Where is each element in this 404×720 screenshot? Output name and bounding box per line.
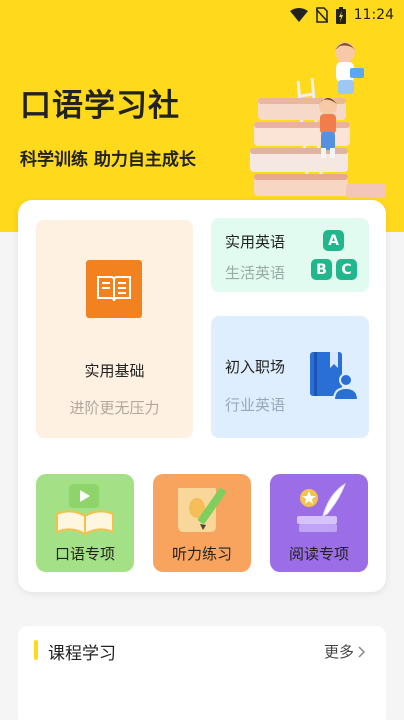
more-label: 更多 <box>323 643 354 661</box>
letter-b-icon: B <box>311 259 332 280</box>
more-link[interactable]: 更多 <box>324 641 366 662</box>
tile-subtitle: 生活英语 <box>225 264 286 282</box>
tile-title: 实用英语 <box>225 233 286 251</box>
tile-listening-practice[interactable]: 听力练习 <box>153 474 251 572</box>
mini-tile-label: 口语专项 <box>54 545 115 563</box>
scroll-pencil-icon <box>178 488 226 532</box>
tile-title: 实用基础 <box>84 362 145 380</box>
book-person-icon <box>310 352 358 401</box>
section-title: 课程学习 <box>48 644 116 664</box>
section-accent-bar <box>34 640 38 660</box>
clock-time: 11:24 <box>353 7 394 23</box>
tile-title: 初入职场 <box>225 358 286 376</box>
app-title: 口语学习社 <box>20 88 180 124</box>
tile-entering-workplace[interactable]: 初入职场 行业英语 <box>211 316 369 438</box>
tile-practical-basics[interactable]: 实用基础 进阶更无压力 <box>36 220 193 438</box>
tile-practical-english[interactable]: 实用英语 生活英语 A B C <box>211 218 369 292</box>
tile-subtitle: 进阶更无压力 <box>69 399 160 417</box>
status-bar: 11:24 <box>0 0 404 30</box>
category-card: 实用基础 进阶更无压力 实用英语 生活英语 A B C 初入职场 行业英语 口语… <box>18 200 386 592</box>
kids-on-books-illustration <box>250 42 386 198</box>
book-quill-icon <box>297 482 346 532</box>
book-icon <box>86 260 142 318</box>
letter-c-icon: C <box>336 259 357 280</box>
open-book-video-icon <box>56 484 114 536</box>
chevron-right-icon <box>358 645 366 658</box>
letter-a-icon: A <box>323 230 344 251</box>
course-section: 课程学习 更多 <box>18 626 386 720</box>
app-slogan: 科学训练 助力自主成长 <box>20 150 196 170</box>
tile-reading-special[interactable]: 阅读专项 <box>270 474 368 572</box>
mini-tile-label: 听力练习 <box>171 545 232 563</box>
wifi-icon <box>289 8 308 22</box>
battery-charging-icon <box>335 6 346 24</box>
mini-tile-label: 阅读专项 <box>288 545 349 563</box>
no-sim-icon <box>315 7 328 23</box>
tile-speaking-special[interactable]: 口语专项 <box>36 474 134 572</box>
tile-subtitle: 行业英语 <box>225 396 286 414</box>
